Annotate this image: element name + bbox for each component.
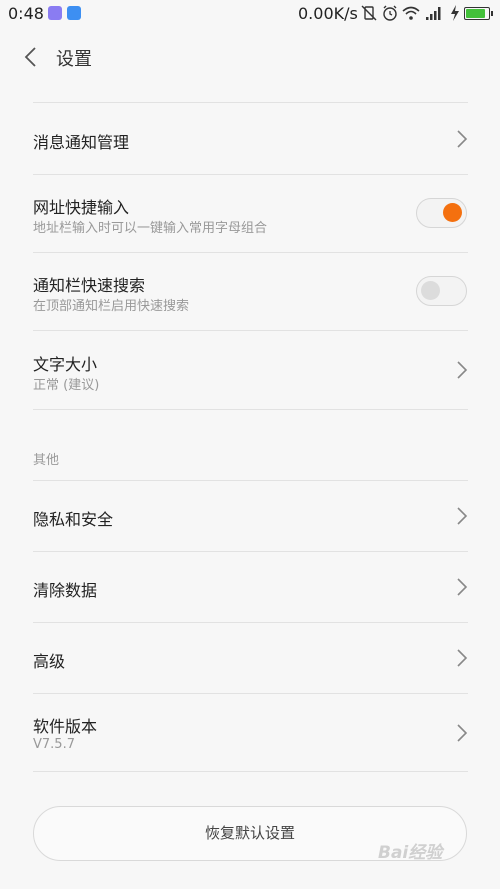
settings-item-privacy-security[interactable]: 隐私和安全 <box>0 481 500 551</box>
item-title: 清除数据 <box>33 581 98 600</box>
toggle-knob <box>443 203 462 222</box>
item-title: 通知栏快速搜索 <box>33 276 146 295</box>
item-subtitle: 正常 (建议) <box>33 378 100 393</box>
status-time: 0:48 <box>8 4 44 23</box>
chevron-right-icon <box>457 724 468 742</box>
settings-item-advanced[interactable]: 高级 <box>0 623 500 693</box>
wifi-icon <box>402 6 420 20</box>
settings-item-software-version[interactable]: 软件版本 V7.5.7 <box>0 694 500 771</box>
item-subtitle: 地址栏输入时可以一键输入常用字母组合 <box>33 221 268 236</box>
settings-item-notification-management[interactable]: 消息通知管理 <box>0 103 500 174</box>
chevron-right-icon <box>457 578 468 596</box>
item-subtitle: 在顶部通知栏启用快速搜索 <box>33 299 190 314</box>
divider <box>33 409 468 410</box>
back-arrow-icon[interactable] <box>20 45 42 69</box>
item-subtitle: V7.5.7 <box>33 737 75 752</box>
notification-quick-search-toggle[interactable] <box>416 276 467 306</box>
chevron-right-icon <box>457 361 468 379</box>
battery-fill <box>466 9 485 18</box>
battery-icon <box>464 7 493 20</box>
item-title: 高级 <box>33 652 66 671</box>
alarm-icon <box>383 5 397 21</box>
section-header-other: 其他 <box>33 453 60 468</box>
settings-item-font-size[interactable]: 文字大小 正常 (建议) <box>0 331 500 409</box>
url-quick-input-toggle[interactable] <box>416 198 467 228</box>
message-app-icon <box>67 6 81 20</box>
item-title: 文字大小 <box>33 355 98 374</box>
settings-item-notification-quick-search: 通知栏快速搜索 在顶部通知栏启用快速搜索 <box>0 253 500 330</box>
settings-item-clear-data[interactable]: 清除数据 <box>0 552 500 622</box>
vibrate-off-icon <box>361 5 377 21</box>
item-title: 软件版本 <box>33 717 98 736</box>
network-speed: 0.00K/s <box>298 4 358 23</box>
divider <box>33 771 468 772</box>
chevron-right-icon <box>457 130 468 148</box>
notification-app-icon <box>48 6 62 20</box>
app-header: 设置 <box>0 28 500 86</box>
toggle-knob <box>421 281 440 300</box>
item-title: 消息通知管理 <box>33 133 130 152</box>
settings-item-url-quick-input: 网址快捷输入 地址栏输入时可以一键输入常用字母组合 <box>0 175 500 252</box>
signal-icon <box>426 7 441 20</box>
item-title: 隐私和安全 <box>33 510 114 529</box>
status-bar: 0:48 0.00K/s <box>0 0 500 28</box>
page-title: 设置 <box>56 49 92 70</box>
chevron-right-icon <box>457 649 468 667</box>
chevron-right-icon <box>457 507 468 525</box>
item-title: 网址快捷输入 <box>33 198 130 217</box>
charging-icon <box>451 5 459 21</box>
baidu-jingyan-watermark: Bai经验 <box>378 843 443 863</box>
